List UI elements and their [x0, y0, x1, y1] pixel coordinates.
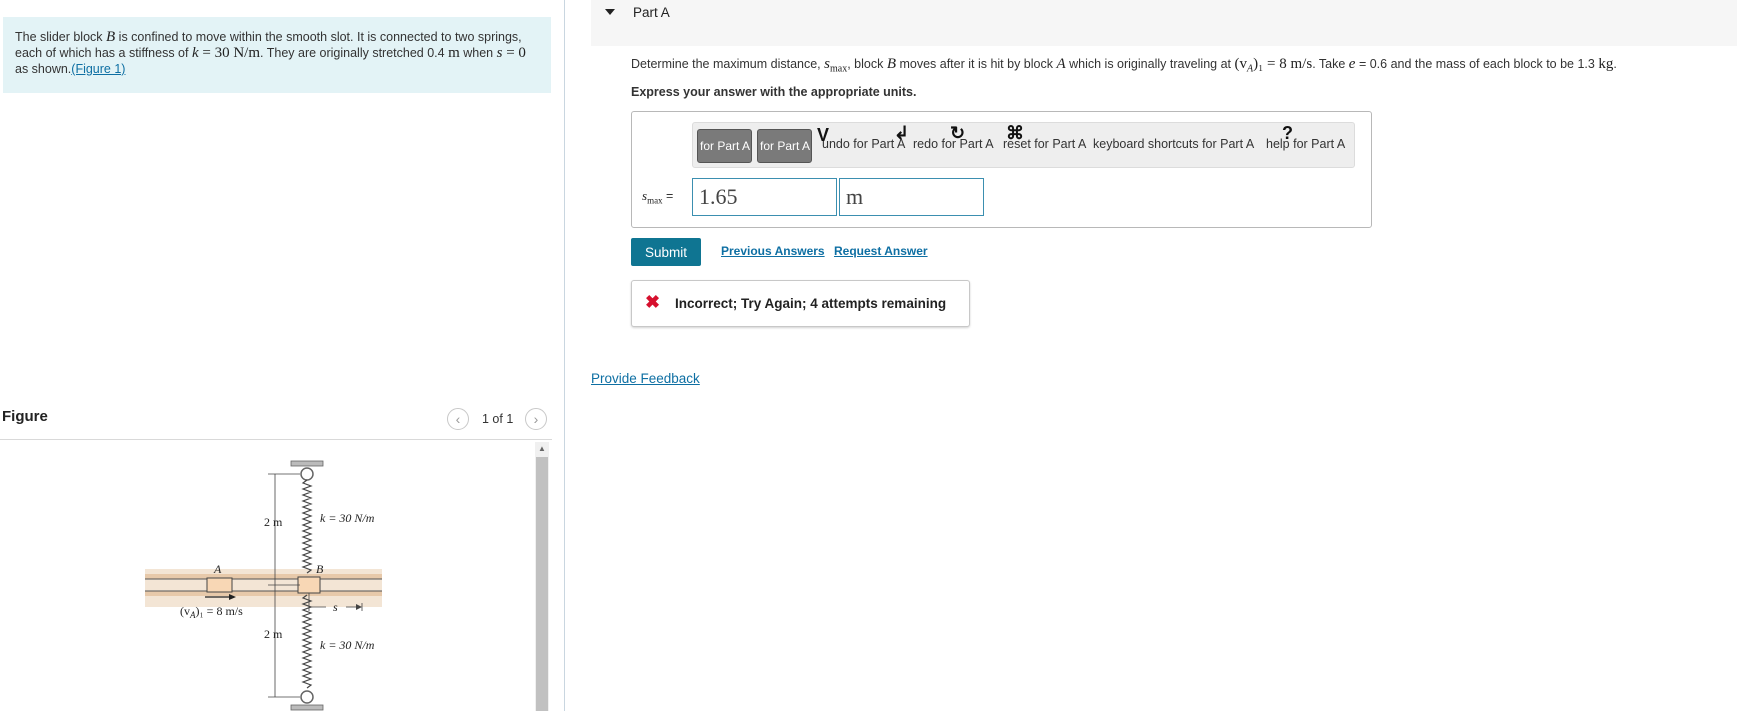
- symbols-button[interactable]: for Part A: [757, 129, 812, 163]
- k-bottom-label: k = 30 N/m: [320, 638, 375, 652]
- spring-top: [301, 479, 313, 574]
- templates-button[interactable]: for Part A: [697, 129, 752, 163]
- top-support: [290, 460, 324, 467]
- bottom-support: [290, 704, 324, 711]
- var-b: B: [106, 29, 116, 45]
- redo-button[interactable]: redo for Part A: [913, 137, 994, 151]
- provide-feedback-link[interactable]: Provide Feedback: [591, 371, 700, 386]
- chevron-left-icon[interactable]: ‹: [447, 408, 469, 430]
- bottom-distance-label: 2 m: [264, 627, 283, 641]
- block-a-label: A: [213, 562, 222, 576]
- top-distance-label: 2 m: [264, 515, 283, 529]
- caret-down-icon[interactable]: [605, 9, 615, 15]
- problem-text: as shown.: [15, 62, 72, 76]
- block-b: [297, 576, 321, 594]
- question-text: Determine the maximum distance, smax, bl…: [631, 56, 1617, 75]
- spring-bottom: [301, 594, 313, 689]
- part-header[interactable]: [591, 0, 1737, 46]
- figure-header: Figure ‹ 1 of 1 ›: [0, 400, 552, 440]
- reset-button[interactable]: reset for Part A: [1003, 137, 1086, 151]
- problem-text: . They are originally stretched 0.4: [260, 46, 449, 60]
- help-button[interactable]: help for Part A: [1266, 137, 1345, 151]
- var-k: k: [191, 45, 199, 61]
- block-a: [206, 577, 233, 593]
- figure-counter: 1 of 1: [482, 412, 514, 426]
- velocity-label: (vA)₁ = 8 m/s: [180, 604, 243, 620]
- feedback-message: Incorrect; Try Again; 4 attempts remaini…: [675, 296, 947, 311]
- value-input[interactable]: 1.65: [692, 178, 837, 216]
- left-pane: The slider block B is confined to move w…: [0, 0, 560, 711]
- scroll-up-icon[interactable]: ▲: [535, 442, 549, 456]
- undo-button[interactable]: undo for Part A: [822, 137, 905, 151]
- unit-input[interactable]: m: [839, 178, 984, 216]
- problem-text: The slider block: [15, 30, 107, 44]
- scrollbar-thumb[interactable]: [536, 457, 548, 711]
- submit-button[interactable]: Submit: [631, 238, 701, 266]
- s-label: s: [333, 600, 338, 614]
- problem-text: when: [459, 46, 497, 60]
- x-error-icon: ✖: [645, 292, 661, 312]
- slot-wall-bottom: [145, 591, 382, 596]
- figure-title: Figure: [2, 408, 48, 425]
- k-equals: = 30: [198, 45, 234, 61]
- figure-link[interactable]: (Figure 1): [71, 62, 125, 76]
- slider-spring-diagram: 2 m 2 m k = 30 N/m k = 30 N/m A B (vA)₁ …: [145, 460, 382, 711]
- m-unit: m: [448, 45, 460, 61]
- previous-answers-link[interactable]: Previous Answers: [721, 244, 825, 258]
- part-title[interactable]: Part A: [633, 5, 670, 20]
- request-answer-link[interactable]: Request Answer: [834, 244, 928, 258]
- slot-wall-top: [145, 574, 382, 579]
- k-top-label: k = 30 N/m: [320, 511, 375, 525]
- s-equals: = 0: [502, 45, 526, 61]
- problem-statement: The slider block B is confined to move w…: [3, 17, 551, 93]
- pane-divider: [564, 0, 565, 711]
- figure-image: 2 m 2 m k = 30 N/m k = 30 N/m A B (vA)₁ …: [0, 441, 552, 711]
- chevron-right-icon[interactable]: ›: [525, 408, 547, 430]
- answer-label: smax =: [642, 188, 674, 206]
- keyboard-shortcuts-button[interactable]: keyboard shortcuts for Part A: [1093, 137, 1254, 151]
- instruction-text: Express your answer with the appropriate…: [631, 85, 917, 99]
- block-b-label: B: [316, 562, 324, 576]
- k-unit: N/m: [233, 45, 261, 61]
